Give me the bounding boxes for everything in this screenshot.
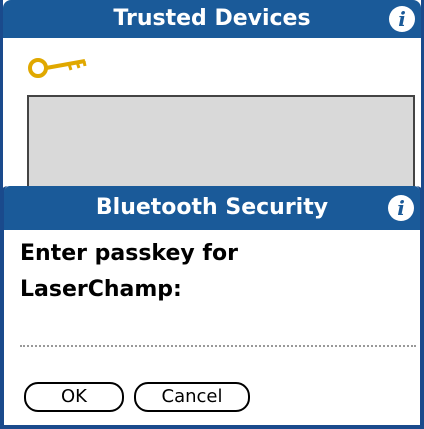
- dialog-titlebar: Bluetooth Security: [4, 186, 420, 230]
- passkey-input[interactable]: [20, 341, 416, 347]
- trusted-devices-form: Trusted Devices i: [0, 0, 424, 205]
- ok-button[interactable]: OK: [24, 382, 124, 412]
- prompt-line-1: Enter passkey for: [20, 241, 238, 266]
- bluetooth-security-dialog: Bluetooth Security i Enter passkey for L…: [0, 186, 424, 429]
- info-icon[interactable]: i: [388, 195, 414, 221]
- prompt-line-2: LaserChamp:: [20, 277, 182, 302]
- trusted-devices-title: Trusted Devices: [113, 6, 311, 31]
- info-icon[interactable]: i: [389, 6, 415, 32]
- passkey-prompt: Enter passkey for LaserChamp:: [20, 236, 400, 308]
- cancel-button[interactable]: Cancel: [134, 382, 250, 412]
- dialog-title: Bluetooth Security: [95, 195, 329, 220]
- trusted-devices-titlebar: Trusted Devices: [3, 0, 421, 38]
- key-icon: [28, 58, 87, 78]
